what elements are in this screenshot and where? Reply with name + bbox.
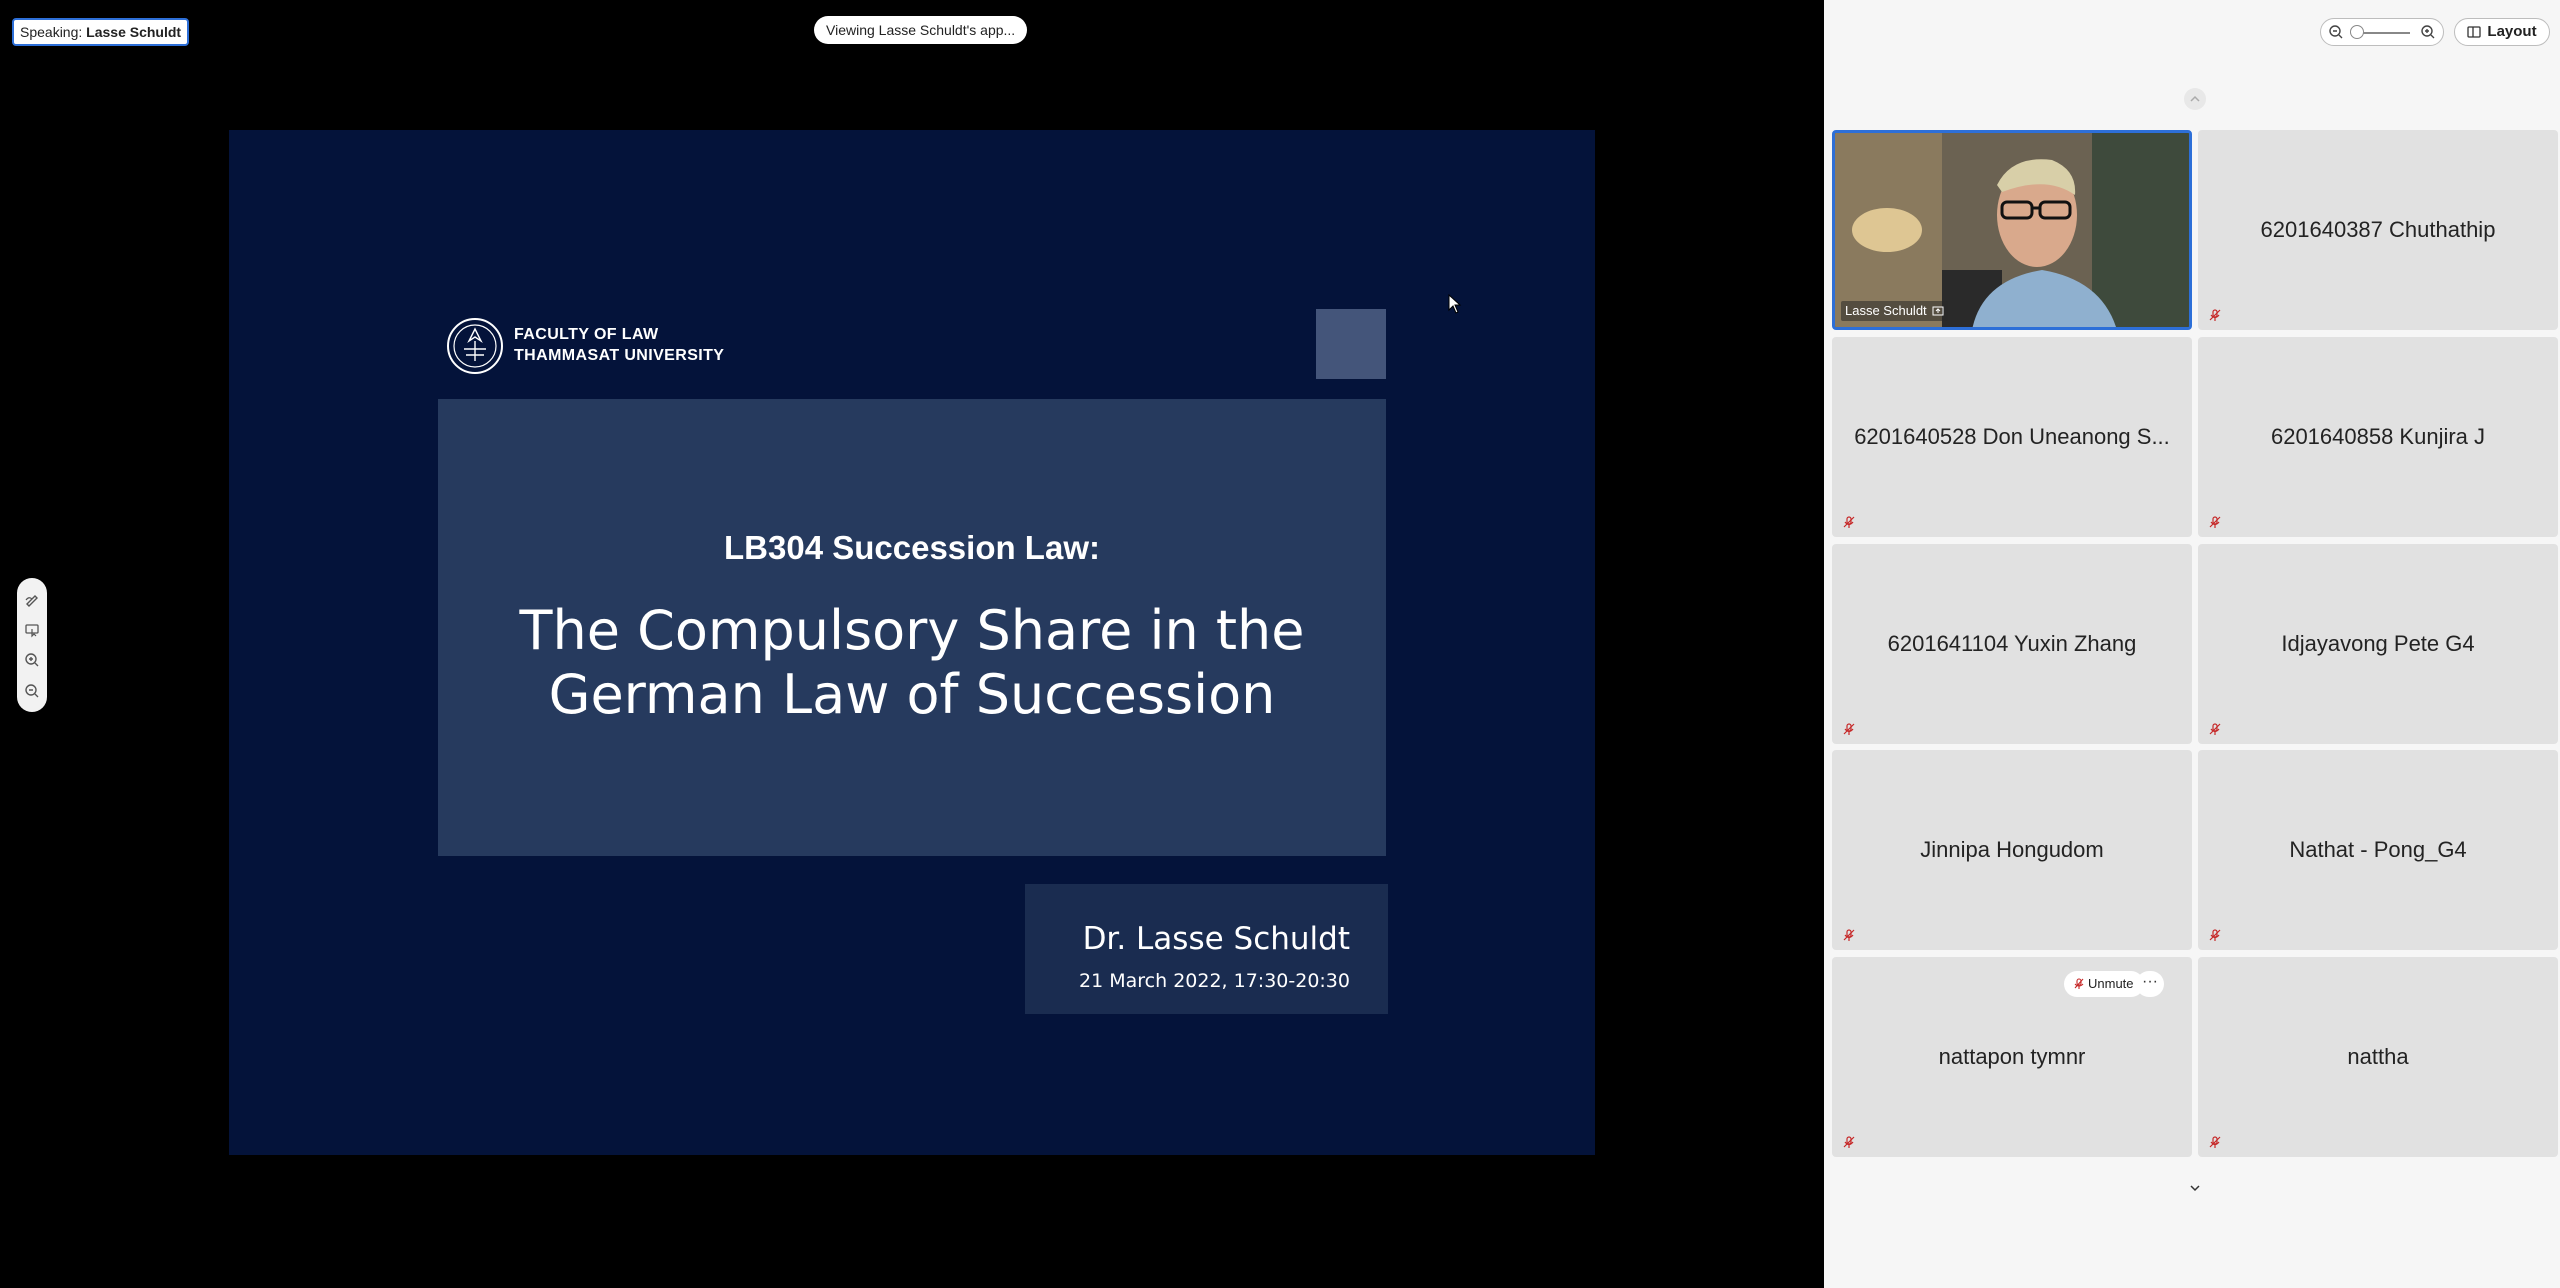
participant-tile[interactable]: 6201641104 Yuxin Zhang bbox=[1832, 544, 2192, 744]
participant-name: Lasse Schuldt bbox=[1845, 303, 1927, 318]
layout-label: Layout bbox=[2487, 23, 2537, 40]
muted-mic-icon bbox=[2209, 516, 2221, 528]
author-box: Dr. Lasse Schuldt 21 March 2022, 17:30-2… bbox=[1025, 884, 1388, 1014]
participant-tile[interactable]: 6201640528 Don Uneanong S... bbox=[1832, 337, 2192, 537]
annotate-pen-icon[interactable] bbox=[21, 588, 43, 610]
participant-tile[interactable]: Idjayavong Pete G4 bbox=[2198, 544, 2558, 744]
muted-mic-icon bbox=[1843, 929, 1855, 941]
participant-tile-hovered[interactable]: nattapon tymnr Unmute ··· bbox=[1832, 957, 2192, 1157]
lecture-date: 21 March 2022, 17:30-20:30 bbox=[1079, 970, 1350, 992]
muted-mic-icon bbox=[2209, 309, 2221, 321]
presentation-slide: FACULTY OF LAW THAMMASAT UNIVERSITY LB30… bbox=[229, 130, 1595, 1155]
muted-mic-icon bbox=[1843, 1136, 1855, 1148]
participant-name: Nathat - Pong_G4 bbox=[2289, 837, 2467, 862]
mouse-cursor-icon bbox=[1448, 294, 1462, 314]
layout-icon bbox=[2467, 26, 2482, 38]
gallery-zoom-control bbox=[2320, 18, 2444, 46]
university-name: THAMMASAT UNIVERSITY bbox=[514, 347, 725, 364]
participant-tile[interactable]: Nathat - Pong_G4 bbox=[2198, 750, 2558, 950]
zoom-out-icon[interactable] bbox=[2327, 23, 2345, 41]
participant-video bbox=[1835, 133, 2189, 327]
participant-name: Idjayavong Pete G4 bbox=[2281, 631, 2475, 656]
participant-tile[interactable]: 6201640858 Kunjira J bbox=[2198, 337, 2558, 537]
shared-screen: Speaking: Lasse Schuldt Viewing Lasse Sc… bbox=[0, 0, 1824, 1288]
participant-tile[interactable]: nattha bbox=[2198, 957, 2558, 1157]
unmute-button[interactable]: Unmute bbox=[2064, 971, 2144, 997]
speaking-indicator: Speaking: Lasse Schuldt bbox=[12, 18, 190, 46]
layout-button[interactable]: Layout bbox=[2454, 18, 2550, 46]
participant-name: nattha bbox=[2347, 1044, 2409, 1069]
slide-title-line-2: German Law of Succession bbox=[548, 663, 1276, 726]
course-title: LB304 Succession Law: bbox=[724, 529, 1100, 566]
speaking-prefix: Speaking: bbox=[20, 24, 83, 40]
muted-mic-icon bbox=[1843, 516, 1855, 528]
participant-tile[interactable]: 6201640387 Chuthathip bbox=[2198, 130, 2558, 330]
zoom-slider-thumb[interactable] bbox=[2350, 25, 2364, 39]
scroll-up-button[interactable] bbox=[2184, 88, 2206, 110]
zoom-in-icon[interactable] bbox=[2419, 23, 2437, 41]
unmute-label: Unmute bbox=[2088, 976, 2134, 991]
annotation-toolbar bbox=[17, 578, 47, 712]
faculty-name: FACULTY OF LAW bbox=[514, 326, 659, 343]
muted-mic-icon bbox=[2209, 1136, 2221, 1148]
muted-mic-icon bbox=[2209, 929, 2221, 941]
muted-mic-icon bbox=[2074, 978, 2084, 989]
participant-name: 6201640387 Chuthathip bbox=[2260, 217, 2496, 242]
participant-name: Jinnipa Hongudom bbox=[1920, 837, 2104, 862]
participant-name: 6201640858 Kunjira J bbox=[2270, 424, 2486, 449]
decorative-square bbox=[1316, 309, 1386, 379]
viewing-app-button[interactable]: Viewing Lasse Schuldt's app... bbox=[814, 16, 1028, 44]
participant-name: 6201641104 Yuxin Zhang bbox=[1887, 631, 2137, 656]
more-options-button[interactable]: ··· bbox=[2136, 971, 2164, 997]
slide-title: The Compulsory Share in the German Law o… bbox=[438, 599, 1386, 727]
slide-title-box: LB304 Succession Law: The Compulsory Sha… bbox=[438, 399, 1386, 856]
muted-mic-icon bbox=[2209, 723, 2221, 735]
participant-name: 6201640528 Don Uneanong S... bbox=[1854, 424, 2170, 449]
share-screen-icon bbox=[1932, 306, 1944, 316]
university-seal-icon bbox=[447, 318, 503, 374]
participant-tile[interactable]: Jinnipa Hongudom bbox=[1832, 750, 2192, 950]
muted-mic-icon bbox=[1843, 723, 1855, 735]
author-name: Dr. Lasse Schuldt bbox=[1082, 921, 1350, 957]
chevron-down-icon bbox=[2190, 1185, 2200, 1192]
speaking-name: Lasse Schuldt bbox=[86, 24, 182, 40]
zoom-out-icon[interactable] bbox=[21, 680, 43, 702]
video-name-label: Lasse Schuldt bbox=[1841, 301, 1948, 321]
zoom-in-icon[interactable] bbox=[21, 649, 43, 671]
remote-control-icon[interactable] bbox=[21, 619, 43, 641]
participant-panel: Layout Lasse Schuldt 6201640387 Chuthath… bbox=[1824, 0, 2560, 1288]
slide-title-line-1: The Compulsory Share in the bbox=[519, 599, 1305, 662]
participant-tile-video[interactable]: Lasse Schuldt bbox=[1832, 130, 2192, 330]
chevron-up-icon bbox=[2190, 95, 2200, 102]
scroll-down-button[interactable] bbox=[2184, 1177, 2206, 1199]
